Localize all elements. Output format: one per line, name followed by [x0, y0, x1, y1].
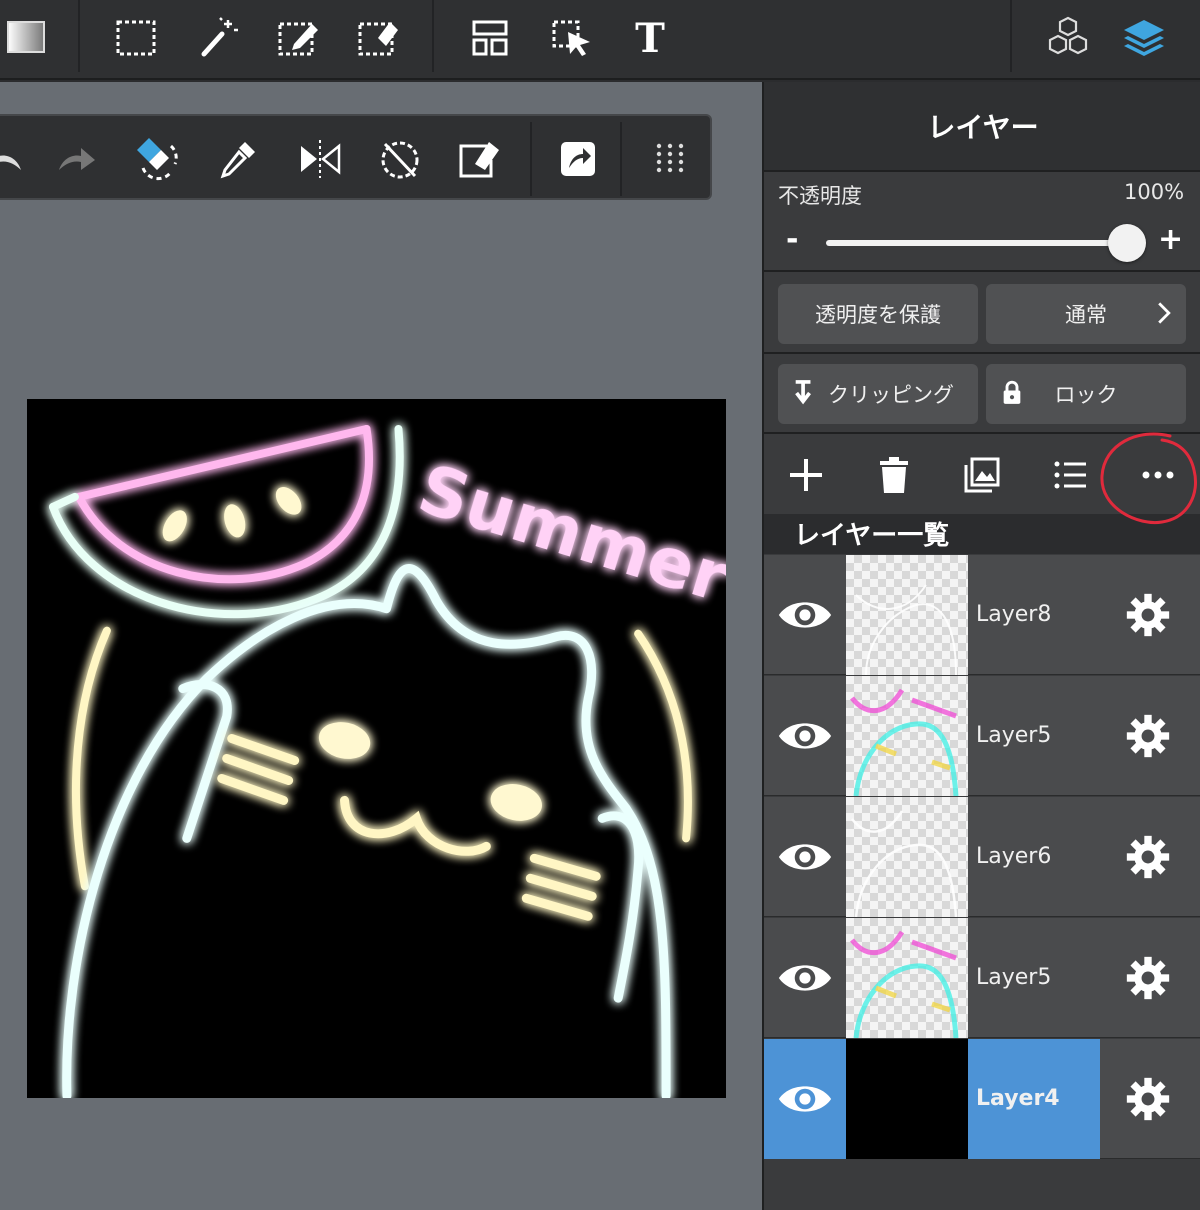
select-eraser-icon[interactable]: [352, 12, 404, 64]
layers-icon[interactable]: [1118, 12, 1170, 64]
opacity-minus-button[interactable]: -: [786, 222, 798, 257]
layer-row[interactable]: Layer5: [764, 676, 1200, 796]
visibility-eye-icon[interactable]: [764, 918, 846, 1038]
redo-icon[interactable]: [48, 132, 104, 186]
artwork-summer-text: Summer: [409, 450, 726, 619]
layer-row[interactable]: Layer8: [764, 555, 1200, 675]
layer-name: Layer5: [976, 965, 1052, 990]
text-tool-glyph: T: [635, 14, 665, 62]
add-layer-icon[interactable]: [778, 448, 834, 502]
undo-icon[interactable]: [0, 132, 32, 186]
visibility-eye-icon[interactable]: [764, 676, 846, 796]
layer-row[interactable]: Layer5: [764, 918, 1200, 1038]
subtoolbar-divider: [620, 122, 622, 196]
layer-row-selected[interactable]: Layer4: [764, 1039, 1200, 1159]
blend-mode-button[interactable]: 通常: [986, 284, 1186, 344]
add-image-layer-icon[interactable]: [954, 448, 1010, 502]
layer-panel: レイヤー 不透明度 100% - + 透明度を保護 通常 クリッピング ロック: [762, 82, 1200, 1210]
opacity-label: 不透明度: [778, 184, 862, 208]
lock-label: ロック: [1054, 383, 1118, 407]
layer-thumbnail: [846, 797, 968, 917]
layer-list-title: レイヤー一覧: [764, 514, 1200, 554]
layer-thumbnail: [846, 555, 968, 675]
clipping-button[interactable]: クリッピング: [778, 364, 978, 424]
clipping-label: クリッピング: [828, 383, 954, 407]
eraser-swap-icon[interactable]: [128, 132, 184, 186]
layout-icon[interactable]: [464, 12, 516, 64]
layer-name: Layer8: [976, 602, 1052, 627]
select-rect-icon[interactable]: [110, 12, 162, 64]
grid-dots-icon[interactable]: [642, 132, 698, 186]
gear-icon[interactable]: [1120, 1071, 1176, 1127]
canvas-area[interactable]: Summer: [0, 82, 762, 1210]
sub-toolbar: [0, 114, 712, 200]
layer-row[interactable]: Layer6: [764, 797, 1200, 917]
layer-thumbnail: [846, 676, 968, 796]
opacity-plus-button[interactable]: +: [1158, 222, 1183, 257]
clip-lock-row: クリッピング ロック: [764, 354, 1200, 434]
visibility-eye-icon[interactable]: [764, 1039, 846, 1159]
main-toolbar: T: [0, 0, 1200, 80]
subtoolbar-divider: [530, 122, 532, 196]
gradient-swatch-icon[interactable]: [0, 12, 52, 64]
rotate-reset-icon[interactable]: [372, 132, 428, 186]
eyedropper-icon[interactable]: [210, 132, 266, 186]
panel-title: レイヤー: [764, 82, 1200, 172]
lock-button[interactable]: ロック: [986, 364, 1186, 424]
materials-cubes-icon[interactable]: [1042, 12, 1094, 64]
layer-tools-row: [764, 434, 1200, 516]
gear-icon[interactable]: [1120, 950, 1176, 1006]
opacity-slider-handle[interactable]: [1108, 224, 1146, 262]
text-tool-icon[interactable]: T: [624, 12, 676, 64]
layer-thumbnail: [846, 918, 968, 1038]
protect-alpha-label: 透明度を保護: [815, 303, 941, 327]
select-pen-icon[interactable]: [272, 12, 324, 64]
toolbar-divider: [1010, 0, 1012, 72]
toolbar-divider: [432, 0, 434, 72]
layer-name: Layer6: [976, 844, 1052, 869]
gear-icon[interactable]: [1120, 708, 1176, 764]
trash-icon[interactable]: [866, 448, 922, 502]
protect-alpha-button[interactable]: 透明度を保護: [778, 284, 978, 344]
chevron-right-icon: [1158, 302, 1171, 324]
toolbar-divider: [78, 0, 80, 72]
edit-eraser-icon[interactable]: [452, 132, 508, 186]
magic-wand-icon[interactable]: [192, 12, 244, 64]
layer-name: Layer4: [976, 1086, 1060, 1111]
move-cursor-icon[interactable]: [546, 12, 598, 64]
opacity-value: 100%: [1124, 180, 1185, 204]
layer-thumbnail: [846, 1039, 968, 1159]
gear-icon[interactable]: [1120, 587, 1176, 643]
layer-name: Layer5: [976, 723, 1052, 748]
visibility-eye-icon[interactable]: [764, 555, 846, 675]
more-options-icon[interactable]: [1130, 448, 1186, 502]
gear-icon[interactable]: [1120, 829, 1176, 885]
blend-mode-label: 通常: [1065, 303, 1107, 327]
lock-icon: [1003, 380, 1021, 404]
list-icon[interactable]: [1042, 448, 1098, 502]
share-icon[interactable]: [550, 132, 606, 186]
visibility-eye-icon[interactable]: [764, 797, 846, 917]
flip-icon[interactable]: [292, 132, 348, 186]
artwork-canvas[interactable]: Summer: [27, 399, 726, 1098]
opacity-slider[interactable]: [826, 240, 1130, 246]
clipping-arrow-icon: [795, 380, 811, 405]
alpha-blend-row: 透明度を保護 通常: [764, 274, 1200, 354]
